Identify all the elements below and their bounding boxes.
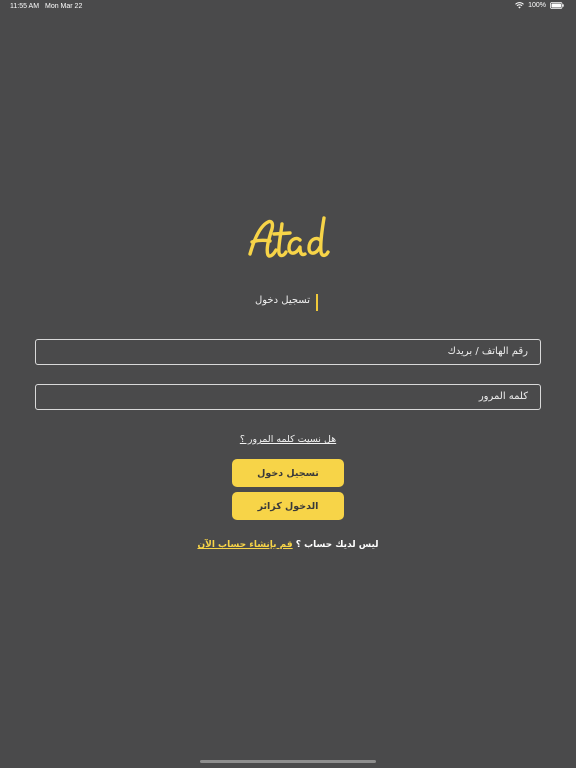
atad-logo <box>238 210 338 270</box>
phone-email-input[interactable]: رقم الهاتف / بريدك <box>35 339 541 365</box>
signup-prompt-line: ليس لديك حساب ؟ قم بإنشاء حساب الآن <box>160 540 416 550</box>
login-tab: تسجيل دخول <box>255 292 320 312</box>
signup-prompt: ليس لديك حساب ؟ <box>295 540 379 550</box>
wifi-icon <box>515 2 524 9</box>
forgot-password-link[interactable]: هل نسيت كلمه المرور ؟ <box>188 434 388 445</box>
status-time: 11:55 AM <box>10 3 40 10</box>
status-bar: 11:55 AM Mon Mar 22 100% <box>0 0 576 14</box>
home-indicator[interactable] <box>200 760 376 763</box>
battery-icon <box>550 2 564 9</box>
password-input[interactable]: كلمه المرور <box>35 384 541 410</box>
phone-email-placeholder: رقم الهاتف / بريدك <box>447 346 528 357</box>
status-date: Mon Mar 22 <box>45 3 83 10</box>
login-button[interactable]: تسجيل دخول <box>232 459 344 487</box>
status-indicators: 100% <box>515 2 564 9</box>
battery-percent: 100% <box>528 2 546 9</box>
password-placeholder: كلمه المرور <box>478 391 528 402</box>
tab-indicator <box>316 294 318 311</box>
create-account-link[interactable]: قم بإنشاء حساب الآن <box>197 540 292 550</box>
guest-login-button[interactable]: الدخول كزائر <box>232 492 344 520</box>
tab-label: تسجيل دخول <box>255 295 310 306</box>
